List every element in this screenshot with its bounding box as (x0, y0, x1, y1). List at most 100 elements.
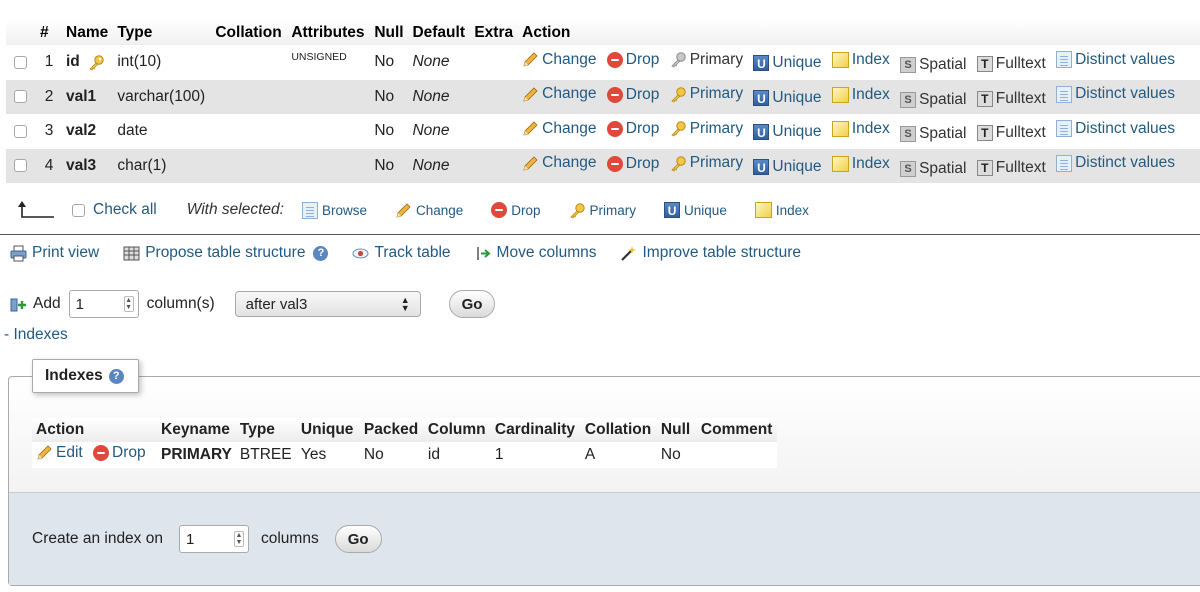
header-name: Name (62, 20, 114, 45)
distinct-values-button[interactable]: Distinct values (1056, 120, 1175, 138)
primary-selected-button[interactable]: Primary (569, 202, 636, 219)
table-structure-icon (123, 245, 140, 262)
change-button[interactable]: Change (522, 154, 596, 172)
edit-index-button[interactable]: Edit (36, 444, 83, 462)
idx-unique: Yes (296, 442, 360, 468)
print-view-link[interactable]: Print view (10, 244, 99, 262)
fulltext-button[interactable]: T Fulltext (976, 159, 1046, 177)
table-row: 3 val2 date No None Change Drop Primary … (6, 114, 1200, 149)
index-button[interactable]: Index (831, 51, 890, 69)
column-attributes: UNSIGNED (287, 45, 371, 80)
help-icon[interactable]: ? (108, 368, 124, 384)
column-name-link[interactable]: val3 (62, 148, 114, 183)
drop-button[interactable]: Drop (606, 120, 659, 138)
row-checkbox[interactable] (14, 90, 27, 104)
column-name-link[interactable]: val2 (62, 114, 114, 149)
index-column-count-stepper[interactable]: 1 ▲ ▼ (178, 525, 249, 553)
unique-button[interactable]: U Unique (753, 54, 822, 72)
drop-button[interactable]: Drop (606, 86, 659, 104)
header-default: Default (408, 20, 471, 45)
check-all-link[interactable]: Check all (93, 201, 157, 219)
indexes-toggle-link[interactable]: - Indexes (4, 326, 68, 344)
row-checkbox[interactable] (14, 55, 27, 69)
improve-structure-link[interactable]: Improve table structure (620, 244, 801, 262)
row-actions: Change Drop Primary U Unique Index S Spati… (518, 79, 1200, 114)
row-checkbox[interactable] (14, 124, 27, 138)
spatial-button[interactable]: S Spatial (900, 160, 966, 178)
index-button[interactable]: Index (831, 86, 890, 104)
idx-actions: Edit Drop (32, 442, 157, 468)
fulltext-button[interactable]: T Fulltext (976, 124, 1046, 142)
drop-button[interactable]: Drop (606, 155, 659, 173)
create-index-go-button[interactable]: Go (334, 525, 382, 553)
primary-button[interactable]: Primary (670, 120, 743, 138)
unique-button[interactable]: U Unique (753, 89, 822, 107)
change-button[interactable]: Change (522, 85, 596, 103)
header-extra: Extra (470, 20, 519, 45)
index-icon (831, 52, 849, 68)
browse-selected-button[interactable]: Browse (301, 201, 367, 219)
unique-icon: U (753, 89, 770, 106)
key-icon (569, 202, 586, 219)
unique-button[interactable]: U Unique (753, 123, 822, 141)
table-row: 2 val1 varchar(100) No None Change Drop … (6, 79, 1200, 114)
propose-structure-link[interactable]: Propose table structure ? (123, 244, 329, 262)
idx-header-unique: Unique (296, 418, 360, 442)
help-icon[interactable]: ? (313, 245, 329, 261)
fulltext-button[interactable]: T Fulltext (976, 55, 1046, 73)
idx-header-type: Type (235, 418, 297, 442)
column-null: No (370, 79, 409, 114)
move-columns-link[interactable]: Move columns (475, 244, 596, 262)
row-checkbox[interactable] (14, 159, 27, 173)
column-name-link[interactable]: id (66, 53, 80, 70)
column-type: date (113, 114, 212, 149)
change-button[interactable]: Change (522, 51, 596, 69)
stepper-arrows-icon[interactable]: ▲ ▼ (233, 531, 244, 547)
change-button[interactable]: Change (522, 120, 596, 138)
change-selected-button[interactable]: Change (395, 202, 463, 219)
browse-icon (301, 201, 318, 219)
header-collation: Collation (211, 20, 288, 45)
column-default: None (408, 114, 471, 149)
distinct-values-button[interactable]: Distinct values (1056, 85, 1175, 103)
index-icon (754, 202, 772, 218)
spatial-button[interactable]: S Spatial (900, 56, 966, 74)
index-button[interactable]: Index (831, 120, 890, 138)
spatial-button[interactable]: S Spatial (900, 125, 966, 143)
column-name-link[interactable]: val1 (62, 79, 114, 114)
column-null: No (370, 45, 409, 80)
column-attributes (287, 79, 371, 114)
spatial-icon: S (900, 160, 917, 177)
column-type: char(1) (113, 148, 212, 183)
add-column-go-button[interactable]: Go (448, 290, 496, 318)
column-count-stepper[interactable]: 1 ▲ ▼ (68, 290, 139, 318)
arrow-up-icon (18, 201, 54, 218)
fulltext-icon: T (976, 125, 993, 141)
spatial-button[interactable]: S Spatial (900, 91, 966, 109)
idx-header-keyname: Keyname (157, 418, 236, 442)
stepper-arrows-icon[interactable]: ▲ ▼ (123, 296, 134, 312)
fulltext-button[interactable]: T Fulltext (976, 90, 1046, 108)
column-position-select[interactable]: after val3 ▲ ▼ (234, 291, 421, 317)
drop-index-button[interactable]: Drop (93, 444, 146, 462)
index-icon (831, 86, 849, 103)
unique-button[interactable]: U Unique (753, 158, 822, 176)
primary-key-icon (88, 54, 105, 71)
check-all-checkbox[interactable] (72, 203, 85, 217)
drop-button[interactable]: Drop (606, 51, 659, 69)
unique-icon: U (753, 158, 770, 175)
distinct-values-button[interactable]: Distinct values (1056, 51, 1175, 69)
add-column-row: Add 1 ▲ ▼ column(s) after val3 ▲ ▼ Go (10, 290, 496, 318)
primary-button[interactable]: Primary (670, 85, 743, 103)
primary-button[interactable]: Primary (670, 51, 743, 69)
index-selected-button[interactable]: Index (754, 202, 809, 218)
idx-comment (696, 442, 777, 468)
drop-selected-button[interactable]: Drop (491, 202, 541, 218)
browse-icon (1056, 51, 1073, 68)
wand-icon (620, 245, 637, 262)
index-button[interactable]: Index (831, 155, 890, 173)
primary-button[interactable]: Primary (670, 154, 743, 172)
distinct-values-button[interactable]: Distinct values (1056, 154, 1175, 172)
unique-selected-button[interactable]: U Unique (664, 202, 727, 218)
track-table-link[interactable]: Track table (352, 244, 451, 262)
